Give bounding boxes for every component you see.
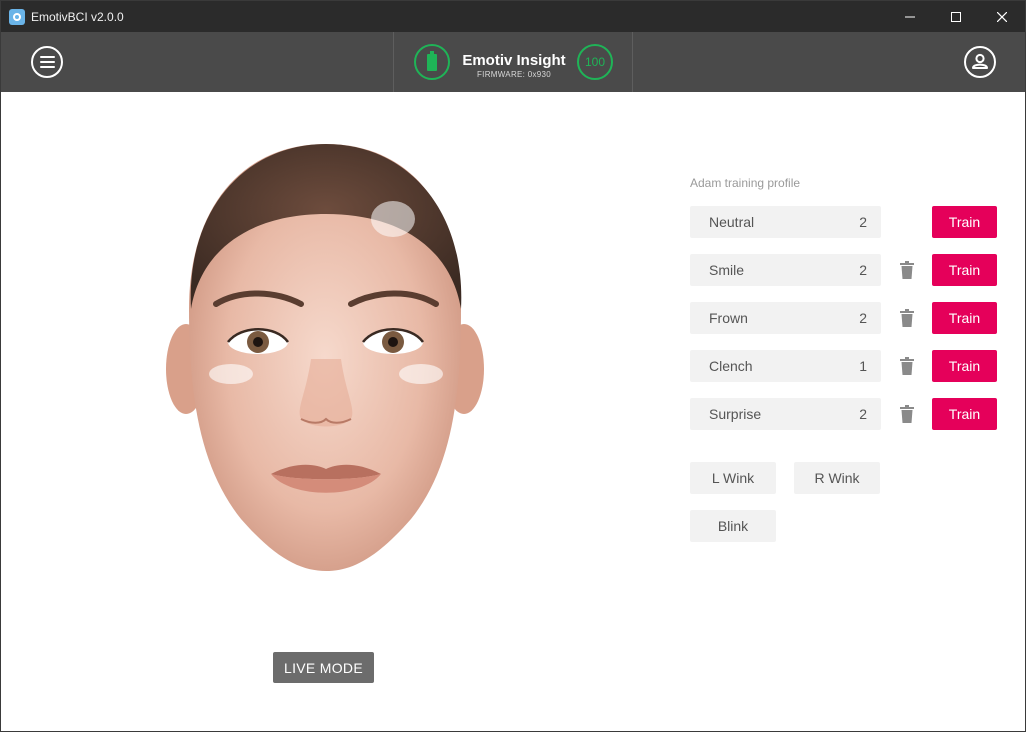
training-count: 2 [859, 262, 867, 278]
action-row-smile: Smile 2 Train [690, 254, 998, 286]
profile-title: Adam training profile [690, 176, 801, 190]
hamburger-icon-line [39, 56, 55, 58]
right-wink-button[interactable]: R Wink [794, 462, 880, 494]
trash-icon[interactable] [900, 309, 914, 327]
action-label: Neutral [709, 214, 755, 230]
action-item[interactable]: Neutral 2 [690, 206, 881, 238]
training-count: 2 [859, 406, 867, 422]
device-status-panel[interactable]: Emotiv Insight FIRMWARE: 0x930 100 [393, 32, 633, 92]
train-button[interactable]: Train [932, 350, 997, 382]
action-item[interactable]: Frown 2 [690, 302, 881, 334]
trash-icon[interactable] [900, 261, 914, 279]
action-label: Frown [709, 310, 748, 326]
maximize-icon [951, 11, 961, 22]
blink-button[interactable]: Blink [690, 510, 776, 542]
close-button[interactable] [979, 1, 1025, 32]
training-count: 2 [859, 310, 867, 326]
action-row-clench: Clench 1 Train [690, 350, 998, 382]
window-title: EmotivBCI v2.0.0 [31, 9, 124, 24]
minimize-button[interactable] [887, 1, 933, 32]
train-button[interactable]: Train [932, 206, 997, 238]
user-icon [972, 53, 988, 69]
action-item[interactable]: Surprise 2 [690, 398, 881, 430]
hamburger-menu-button[interactable] [31, 46, 63, 78]
action-row-frown: Frown 2 Train [690, 302, 998, 334]
close-icon [997, 11, 1007, 22]
minimize-icon [905, 16, 915, 17]
live-mode-button[interactable]: LIVE MODE [273, 652, 374, 683]
signal-quality-indicator: 100 [577, 44, 613, 80]
window-controls [887, 1, 1025, 32]
account-button[interactable] [964, 46, 996, 78]
maximize-button[interactable] [933, 1, 979, 32]
action-item[interactable]: Clench 1 [690, 350, 881, 382]
app-window: EmotivBCI v2.0.0 Emotiv Insight FIRMWARE… [0, 0, 1026, 732]
training-count: 1 [859, 358, 867, 374]
trash-icon[interactable] [900, 405, 914, 423]
train-button[interactable]: Train [932, 398, 997, 430]
action-label: Clench [709, 358, 753, 374]
face-illustration [166, 144, 484, 571]
app-logo-icon [9, 8, 25, 25]
hamburger-icon-line [39, 66, 55, 68]
face-avatar [161, 139, 491, 579]
action-item[interactable]: Smile 2 [690, 254, 881, 286]
action-label: Surprise [709, 406, 762, 422]
title-bar: EmotivBCI v2.0.0 [1, 1, 1025, 32]
left-wink-button[interactable]: L Wink [690, 462, 776, 494]
app-header: Emotiv Insight FIRMWARE: 0x930 100 [1, 32, 1025, 92]
action-row-surprise: Surprise 2 Train [690, 398, 998, 430]
trash-icon[interactable] [900, 357, 914, 375]
hamburger-icon-line [39, 61, 55, 63]
train-button[interactable]: Train [932, 302, 997, 334]
train-button[interactable]: Train [932, 254, 997, 286]
action-row-neutral: Neutral 2 Train [690, 206, 998, 238]
action-label: Smile [709, 262, 745, 278]
training-count: 2 [859, 214, 867, 230]
